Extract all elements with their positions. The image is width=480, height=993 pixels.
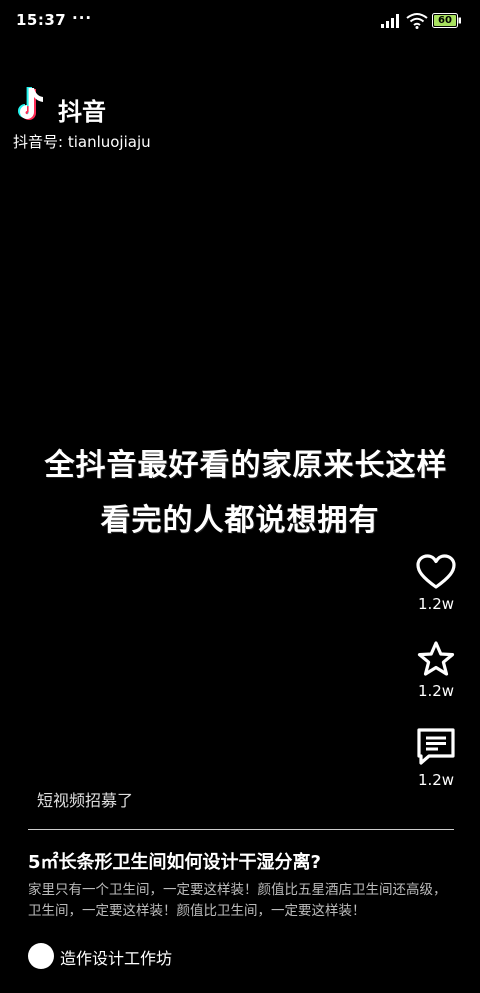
comment-button[interactable]: 1.2w — [409, 727, 463, 789]
avatar[interactable] — [28, 943, 54, 969]
heart-icon — [416, 554, 456, 589]
wifi-icon — [406, 13, 428, 29]
recruit-text[interactable]: 短视频招募了 — [37, 787, 133, 811]
video-title: 5㎡长条形卫生间如何设计干湿分离? — [28, 852, 321, 873]
comment-icon — [417, 728, 455, 765]
favorite-count: 1.2w — [417, 682, 455, 700]
like-button[interactable]: 1.2w — [409, 553, 463, 613]
star-icon — [417, 641, 455, 676]
signal-icon — [381, 14, 399, 28]
like-count: 1.2w — [417, 595, 455, 613]
favorite-button[interactable]: 1.2w — [409, 640, 463, 700]
divider — [28, 829, 454, 830]
status-time: 15:37 — [16, 11, 67, 29]
comment-count: 1.2w — [417, 771, 455, 789]
video-description: 家里只有一个卫生间，一定要这样装！颜值比五星酒店卫生间还高级，卫生间，一定要这样… — [28, 882, 447, 919]
battery-level: 60 — [438, 15, 452, 26]
author-name[interactable]: 造作设计工作坊 — [60, 945, 172, 969]
video-headline-line1: 全抖音最好看的家原来长这样 — [44, 448, 448, 483]
status-bar: 15:37 ··· 60 — [0, 0, 480, 44]
status-more-icon: ··· — [72, 9, 93, 27]
app-name: 抖音 — [58, 98, 106, 126]
tiktok-logo-icon — [18, 87, 43, 120]
account-id: 抖音号: tianluojiaju — [13, 133, 151, 151]
video-headline-line2: 看完的人都说想拥有 — [100, 503, 380, 538]
